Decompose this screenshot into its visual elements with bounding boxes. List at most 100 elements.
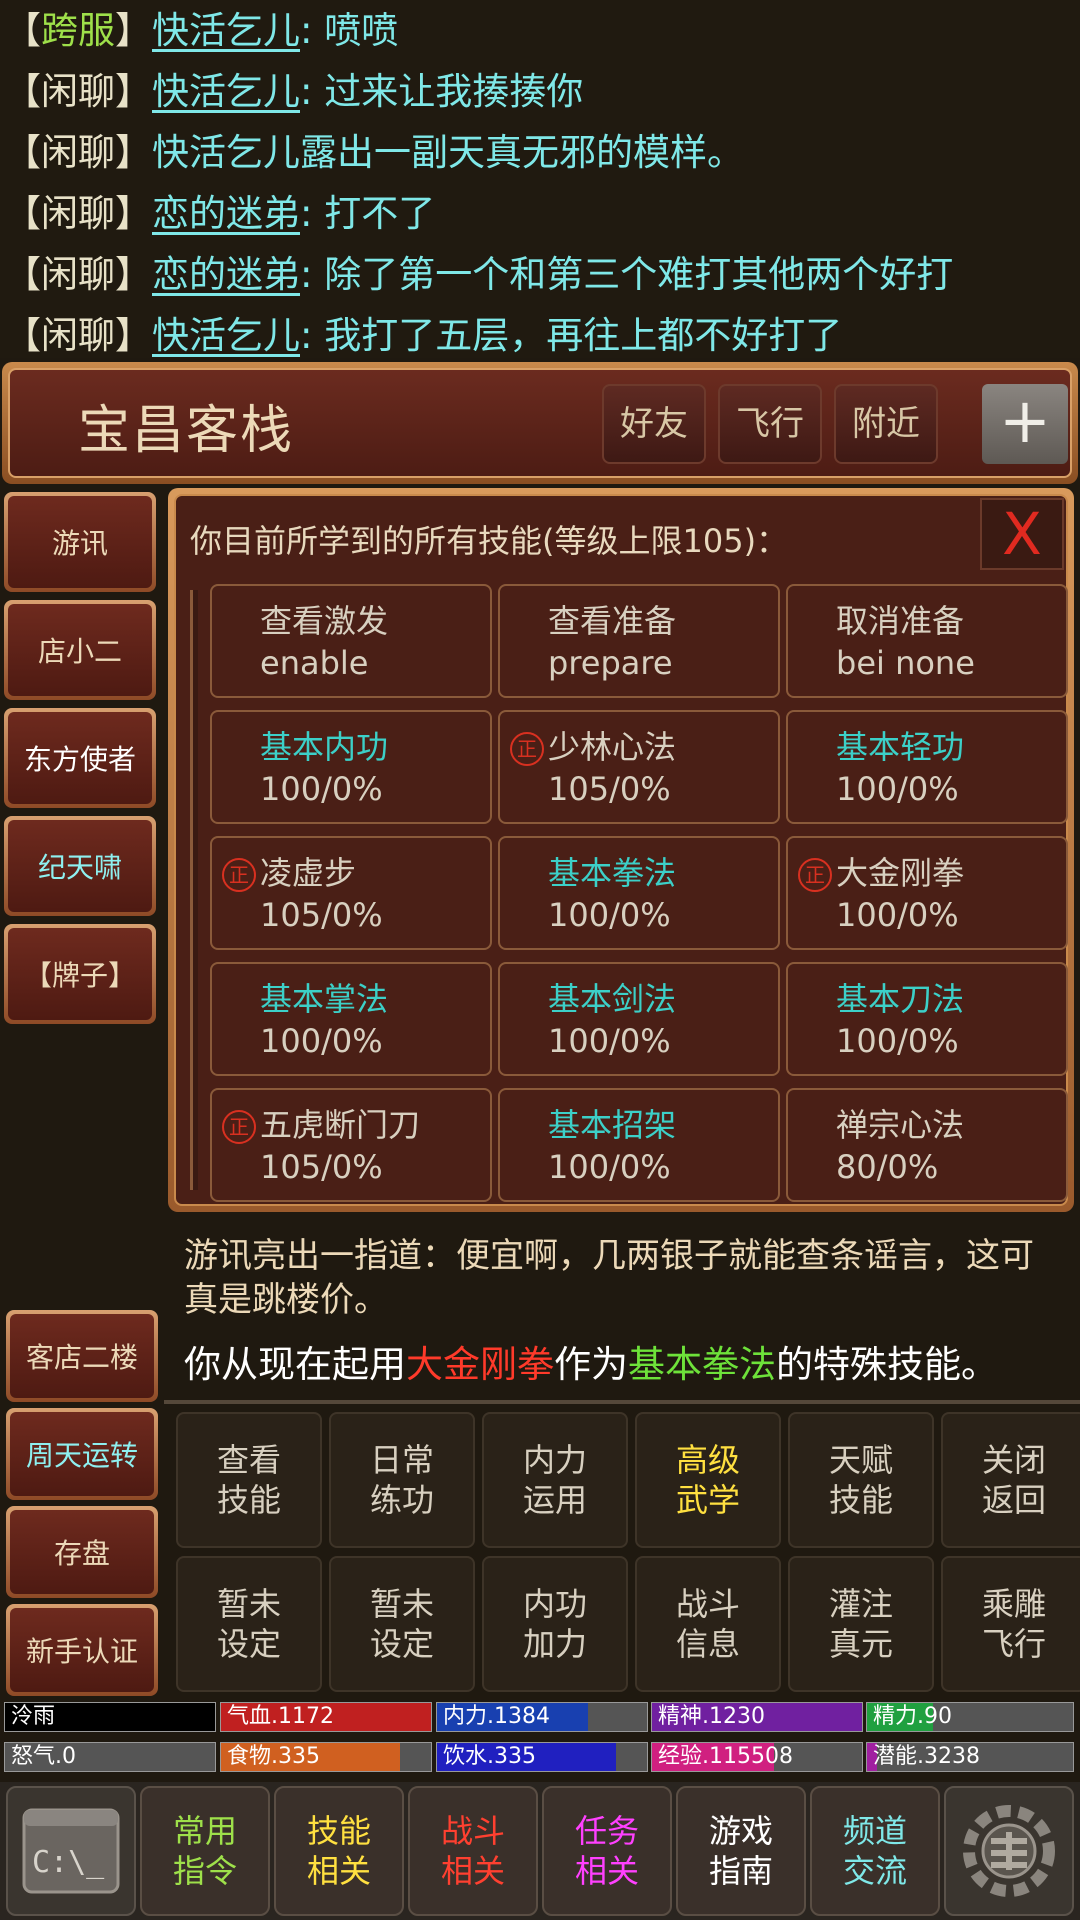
plus-button[interactable]: + xyxy=(982,384,1068,464)
location-title: 宝昌客栈 xyxy=(78,401,295,461)
chat-line: 【闲聊】恋的迷弟: 除了第一个和第三个难打其他两个好打 xyxy=(0,244,1080,305)
chat-player-name[interactable]: 快活乞儿 xyxy=(152,9,300,52)
skill-cell[interactable]: 基本掌法 100/0% xyxy=(210,962,492,1076)
stat-bar: 精神.1230 xyxy=(651,1702,863,1732)
chat-line: 【闲聊】快活乞儿: 我打了五层，再往上都不好打了 xyxy=(0,305,1080,366)
action-button-label: 客店二楼 xyxy=(10,1314,154,1398)
skill-cell[interactable]: 正大金刚拳 100/0% xyxy=(786,836,1068,950)
skills-panel: 你目前所学到的所有技能(等级上限105)： X 查看激发 enable 查看准备 pr… xyxy=(168,488,1074,1212)
command-label: 暂未 xyxy=(216,1585,281,1623)
skill-cell[interactable]: 基本招架 100/0% xyxy=(498,1088,780,1202)
skill-cell[interactable]: 基本剑法 100/0% xyxy=(498,962,780,1076)
command-button[interactable]: 战斗 信息 xyxy=(635,1556,781,1692)
chat-channel-tag: 【闲聊】 xyxy=(4,70,152,113)
skill-level: 100/0% xyxy=(260,1022,383,1060)
menu-button-label: 常用 xyxy=(172,1812,237,1850)
orthodox-badge-icon: 正 xyxy=(510,732,544,766)
stat-label: 气血.1172 xyxy=(227,1704,334,1729)
menu-button-label: 指令 xyxy=(172,1852,237,1890)
scrollbar[interactable] xyxy=(190,590,198,1190)
skill-name: 查看激发 xyxy=(260,602,389,640)
command-label: 查看 xyxy=(216,1441,281,1479)
command-button[interactable]: 关闭 返回 xyxy=(941,1412,1080,1548)
friends-button[interactable]: 好友 xyxy=(602,384,706,464)
fly-button[interactable]: 飞行 xyxy=(718,384,822,464)
command-grid: 查看 技能 日常 练功 内力 运用 高级 武学 天赋 技能 关闭 返回 暂未 设定 暂未 设定 内功 加力 战斗 信息… xyxy=(164,1406,1080,1696)
menu-button[interactable]: 常用 指令 xyxy=(140,1786,270,1916)
stat-label: 内力.1384 xyxy=(443,1704,550,1729)
skill-cell[interactable]: 查看准备 prepare xyxy=(498,584,780,698)
skill-level: 100/0% xyxy=(548,1022,671,1060)
chat-channel-tag: 【跨服】 xyxy=(4,9,152,52)
command-button[interactable]: 查看 技能 xyxy=(176,1412,322,1548)
menu-button[interactable]: 游戏 指南 xyxy=(676,1786,806,1916)
chat-player-name[interactable]: 恋的迷弟 xyxy=(152,192,300,235)
skill-cell[interactable]: 禅宗心法 80/0% xyxy=(786,1088,1068,1202)
menu-button[interactable]: 技能 相关 xyxy=(274,1786,404,1916)
orthodox-badge-icon: 正 xyxy=(798,858,832,892)
skill-cell[interactable]: 查看激发 enable xyxy=(210,584,492,698)
gear-icon[interactable] xyxy=(944,1786,1074,1916)
stat-label: 精力.90 xyxy=(873,1704,952,1729)
npc-button[interactable]: 纪天啸 xyxy=(4,816,156,916)
npc-button-label: 【牌子】 xyxy=(8,928,152,1020)
skill-cell[interactable]: 取消准备 bei none xyxy=(786,584,1068,698)
command-button[interactable]: 高级 武学 xyxy=(635,1412,781,1548)
stat-bar: 内力.1384 xyxy=(436,1702,648,1732)
chat-player-name[interactable]: 恋的迷弟 xyxy=(152,253,300,296)
close-button[interactable]: X xyxy=(980,498,1064,570)
skill-cell[interactable]: 正凌虚步 105/0% xyxy=(210,836,492,950)
command-button[interactable]: 内功 加力 xyxy=(482,1556,628,1692)
menu-button[interactable]: 任务 相关 xyxy=(542,1786,672,1916)
command-button[interactable]: 灌注 真元 xyxy=(788,1556,934,1692)
menu-button[interactable]: 频道 交流 xyxy=(810,1786,940,1916)
action-button[interactable]: 新手认证 xyxy=(6,1604,158,1696)
npc-button[interactable]: 店小二 xyxy=(4,600,156,700)
npc-button[interactable]: 【牌子】 xyxy=(4,924,156,1024)
chat-message: : 过来让我揍揍你 xyxy=(300,70,584,113)
action-button[interactable]: 存盘 xyxy=(6,1506,158,1598)
action-button-label: 新手认证 xyxy=(10,1608,154,1692)
npc-button[interactable]: 游讯 xyxy=(4,492,156,592)
chat-log[interactable]: 【跨服】快活乞儿: 喷喷 【闲聊】快活乞儿: 过来让我揍揍你 【闲聊】快活乞儿露出一… xyxy=(0,0,1080,358)
command-button[interactable]: 内力 运用 xyxy=(482,1412,628,1548)
command-label: 飞行 xyxy=(981,1625,1046,1663)
action-button[interactable]: 客店二楼 xyxy=(6,1310,158,1402)
svg-text:C:\_: C:\_ xyxy=(32,1845,105,1880)
skill-cell[interactable]: 基本拳法 100/0% xyxy=(498,836,780,950)
stat-label: 怒气.0 xyxy=(11,1744,76,1769)
skill-cell[interactable]: 正五虎断门刀 105/0% xyxy=(210,1088,492,1202)
action-button[interactable]: 周天运转 xyxy=(6,1408,158,1500)
skill-level: 100/0% xyxy=(836,1022,959,1060)
command-button[interactable]: 暂未 设定 xyxy=(329,1556,475,1692)
command-button[interactable]: 暂未 设定 xyxy=(176,1556,322,1692)
stat-label: 食物.335 xyxy=(227,1744,320,1769)
command-button[interactable]: 日常 练功 xyxy=(329,1412,475,1548)
nearby-button[interactable]: 附近 xyxy=(834,384,938,464)
skill-level: bei none xyxy=(836,644,975,682)
menu-button[interactable]: 战斗 相关 xyxy=(408,1786,538,1916)
chat-message: : 除了第一个和第三个难打其他两个好打 xyxy=(300,253,954,296)
skill-cell[interactable]: 基本轻功 100/0% xyxy=(786,710,1068,824)
skill-cell[interactable]: 正少林心法 105/0% xyxy=(498,710,780,824)
message-line: 游讯亮出一指道：便宜啊，几两银子就能查条谣言，这可真是跳楼价。 xyxy=(184,1236,1034,1320)
chat-player-name[interactable]: 快活乞儿 xyxy=(152,314,300,357)
orthodox-badge-icon: 正 xyxy=(222,858,256,892)
chat-channel-tag: 【闲聊】 xyxy=(4,131,152,174)
npc-button[interactable]: 东方使者 xyxy=(4,708,156,808)
base-skill-name: 基本拳法 xyxy=(628,1343,776,1386)
command-button[interactable]: 天赋 技能 xyxy=(788,1412,934,1548)
location-bar: 宝昌客栈 好友 飞行 附近 + xyxy=(2,362,1078,484)
skill-cell[interactable]: 基本刀法 100/0% xyxy=(786,962,1068,1076)
stat-bar: 经验.115508 xyxy=(651,1742,863,1772)
console-icon[interactable]: C:\_ xyxy=(6,1786,136,1916)
skill-cell[interactable]: 基本内功 100/0% xyxy=(210,710,492,824)
skill-name: 大金刚拳 xyxy=(836,854,965,892)
chat-player-name[interactable]: 快活乞儿 xyxy=(152,70,300,113)
command-label: 练功 xyxy=(369,1481,434,1519)
chat-message: : 喷喷 xyxy=(300,9,399,52)
skill-name: 五虎断门刀 xyxy=(260,1106,421,1144)
chat-channel-tag: 【闲聊】 xyxy=(4,253,152,296)
skill-level: 80/0% xyxy=(836,1148,939,1186)
command-button[interactable]: 乘雕 飞行 xyxy=(941,1556,1080,1692)
